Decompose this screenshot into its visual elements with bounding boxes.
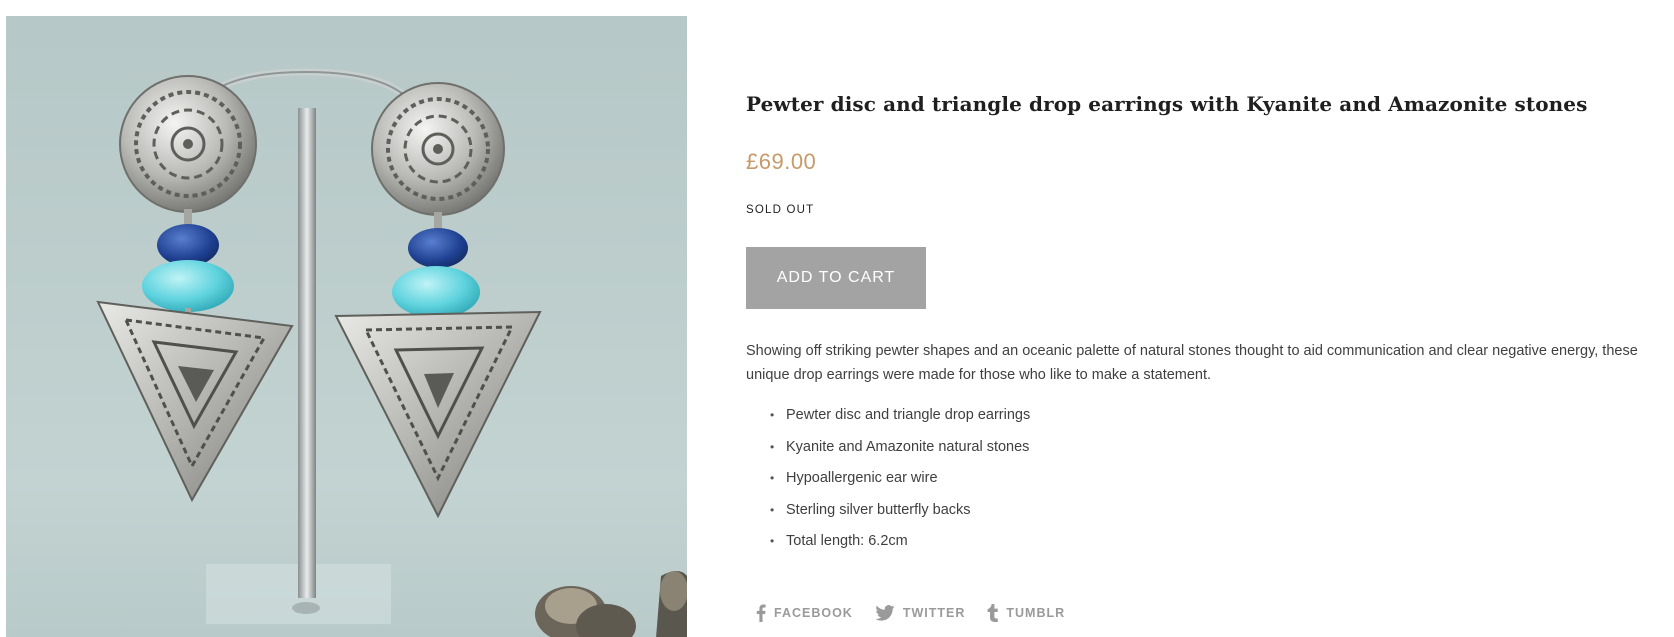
product-title: Pewter disc and triangle drop earrings w… [746, 92, 1588, 116]
right-earring [334, 82, 542, 519]
twitter-icon [875, 605, 895, 621]
share-facebook-link[interactable]: FACEBOOK [756, 604, 853, 622]
list-item: • Sterling silver butterfly backs [770, 501, 971, 518]
facebook-icon [756, 604, 766, 622]
social-share: FACEBOOK TWITTER TUMBLR [756, 604, 1065, 622]
list-item: • Total length: 6.2cm [770, 533, 908, 549]
feature-text: Total length: 6.2cm [786, 533, 908, 549]
feature-text: Hypoallergenic ear wire [786, 470, 938, 486]
feature-text: Sterling silver butterfly backs [786, 501, 971, 518]
feature-text: Pewter disc and triangle drop earrings [786, 407, 1031, 423]
share-twitter-label: TWITTER [902, 606, 966, 620]
left-earring [96, 75, 294, 503]
product-price: £69.00 [746, 149, 817, 174]
product-image[interactable] [6, 16, 687, 637]
add-to-cart-button[interactable]: ADD TO CART [746, 247, 926, 309]
tumblr-icon [987, 604, 999, 622]
list-item: • Hypoallergenic ear wire [770, 470, 938, 486]
list-item: • Pewter disc and triangle drop earrings [770, 407, 1031, 423]
share-tumblr-label: TUMBLR [1006, 606, 1066, 620]
product-description: Showing off striking pewter shapes and a… [746, 343, 1638, 383]
background-objects [535, 571, 687, 637]
feature-list: • Pewter disc and triangle drop earrings … [770, 403, 1031, 561]
feature-text: Kyanite and Amazonite natural stones [786, 438, 1030, 455]
share-tumblr-link[interactable]: TUMBLR [987, 604, 1065, 622]
share-facebook-label: FACEBOOK [774, 606, 853, 620]
earrings-illustration [96, 68, 687, 637]
product-details: Pewter disc and triangle drop earrings w… [746, 0, 1666, 637]
share-twitter-link[interactable]: TWITTER [875, 605, 966, 621]
availability-status: SOLD OUT [746, 204, 815, 216]
list-item: • Kyanite and Amazonite natural stones [770, 438, 1030, 455]
